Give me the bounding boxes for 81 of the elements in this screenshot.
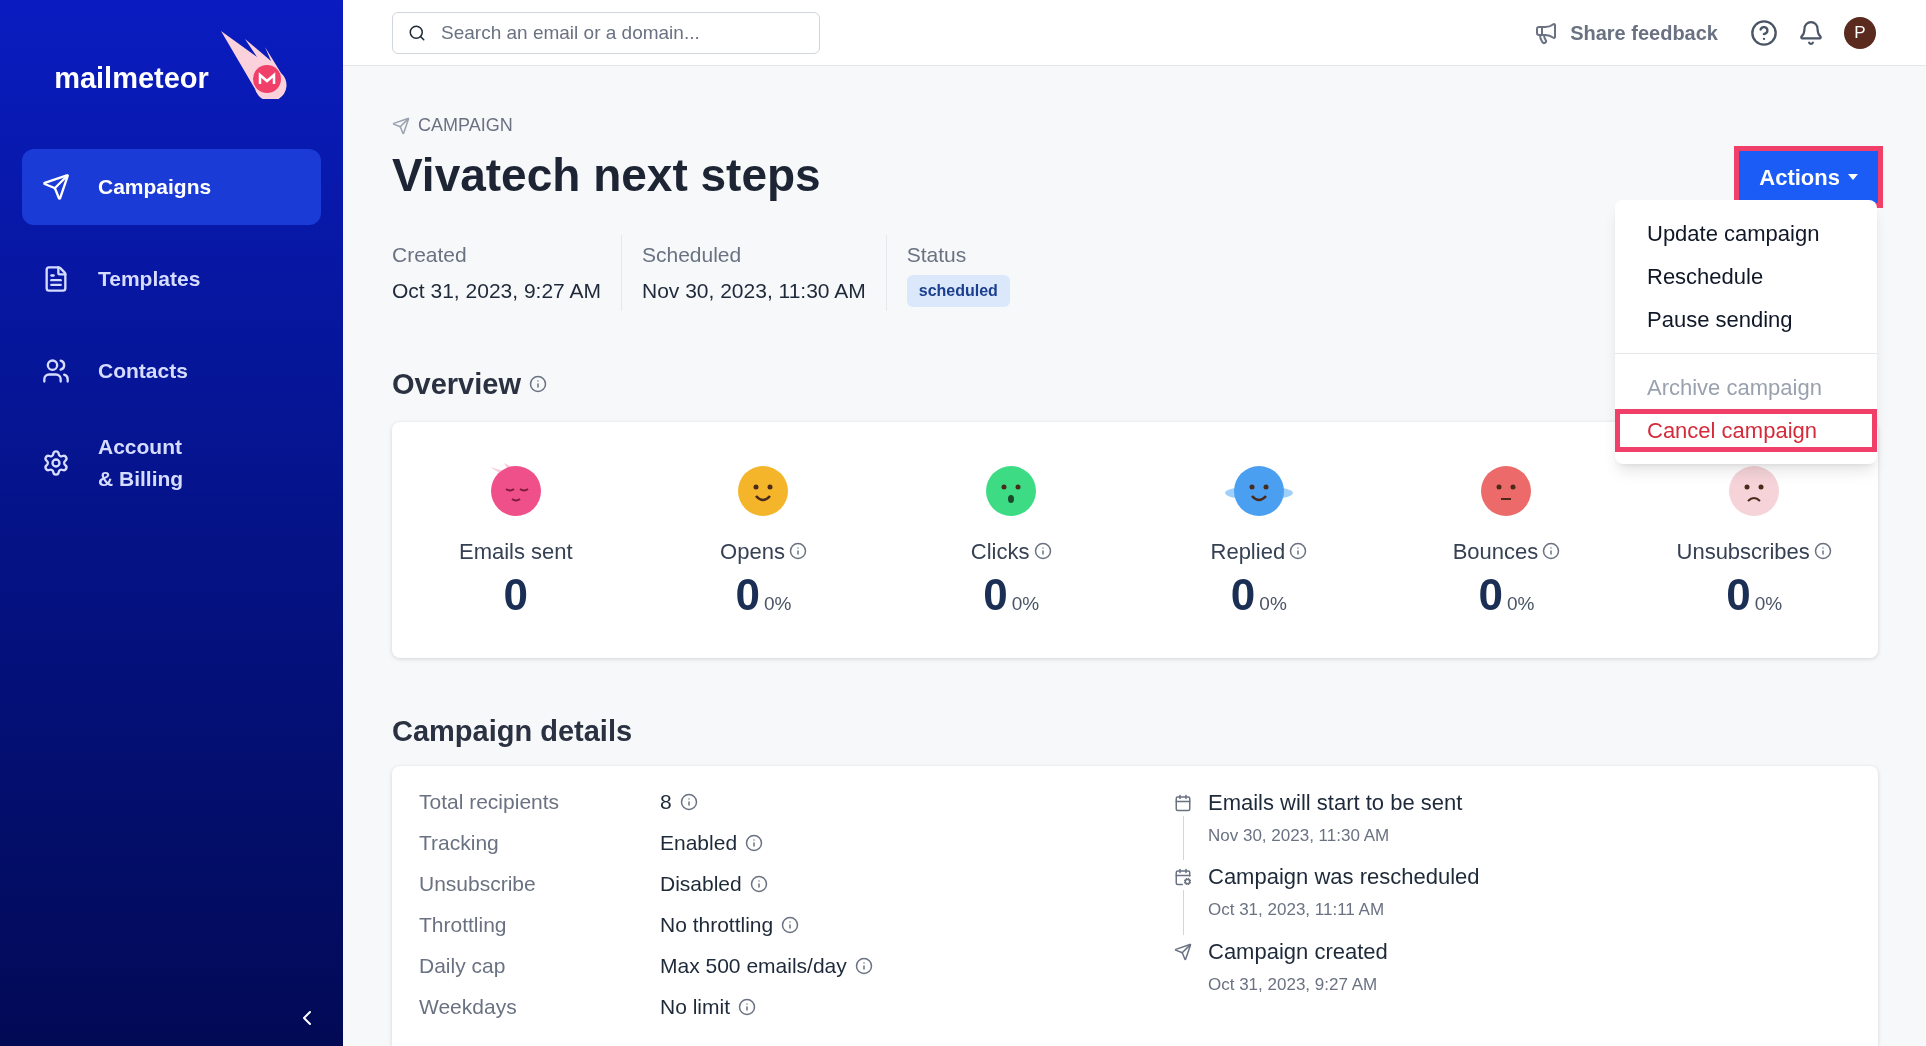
settings-icon xyxy=(42,449,70,477)
send-icon xyxy=(1174,942,1192,961)
meta-label: Scheduled xyxy=(641,242,743,268)
stat-value: 0 xyxy=(735,568,760,621)
menu-item[interactable]: Pause sending xyxy=(1615,298,1877,341)
calendar-edit-icon xyxy=(1174,868,1192,886)
caret-icon xyxy=(1848,174,1858,180)
section-title: Campaign details xyxy=(392,714,634,749)
stat-label: Replied xyxy=(1210,537,1286,566)
detail-value: 8 xyxy=(660,788,672,815)
stat-percent: 0% xyxy=(764,591,792,616)
info-icon[interactable] xyxy=(1033,542,1052,560)
send-icon xyxy=(392,116,410,135)
stat-percent: 0% xyxy=(1754,591,1783,616)
notifications-icon[interactable] xyxy=(1798,19,1824,46)
share-feedback-link[interactable]: Share feedback xyxy=(1534,17,1718,48)
stat-label: Bounces xyxy=(1452,537,1539,566)
breadcrumb: CAMPAIGN xyxy=(418,114,513,137)
detail-label: Daily cap xyxy=(419,952,507,979)
search-icon xyxy=(408,23,426,42)
section-title: Overview xyxy=(392,366,521,402)
info-icon[interactable] xyxy=(738,997,756,1016)
detail-value: Disabled xyxy=(660,870,742,897)
stat-percent: 0% xyxy=(1507,591,1535,616)
avatar[interactable]: P xyxy=(1844,16,1876,49)
stat-percent: 0% xyxy=(1011,591,1040,616)
page-title: Vivatech next steps xyxy=(392,148,821,203)
stat-value: 0 xyxy=(983,568,1008,621)
meta-label: Created xyxy=(392,242,468,268)
detail-label: Throttling xyxy=(419,911,508,938)
send-icon xyxy=(42,173,70,201)
timeline-date: Oct 31, 2023, 11:11 AM xyxy=(1208,899,1386,921)
info-icon[interactable] xyxy=(529,375,547,394)
info-icon[interactable] xyxy=(749,874,768,893)
info-icon[interactable] xyxy=(679,792,698,811)
help-icon[interactable] xyxy=(1750,18,1778,47)
timeline-date: Nov 30, 2023, 11:30 AM xyxy=(1208,824,1391,847)
sidebar-item[interactable]: Campaigns xyxy=(22,149,321,225)
info-icon[interactable] xyxy=(788,542,807,560)
calendar-icon xyxy=(1174,793,1192,812)
info-icon[interactable] xyxy=(781,915,800,934)
stat-value: 0 xyxy=(503,568,529,621)
detail-label: Unsubscribe xyxy=(419,870,537,897)
sidebar-item[interactable]: Account & Billing xyxy=(22,425,321,501)
status-badge: scheduled xyxy=(906,274,1010,307)
stat-percent: 0% xyxy=(1259,591,1287,616)
menu-item[interactable]: Reschedule xyxy=(1615,255,1877,298)
timeline-title: Campaign created xyxy=(1208,937,1388,966)
detail-value: No limit xyxy=(660,993,730,1020)
timeline-title: Campaign was rescheduled xyxy=(1208,863,1480,891)
timeline-date: Oct 31, 2023, 9:27 AM xyxy=(1208,973,1379,996)
menu-item[interactable]: Update campaign xyxy=(1615,212,1877,255)
stat-label: Emails sent xyxy=(458,537,573,566)
detail-label: Tracking xyxy=(419,829,500,856)
info-icon[interactable] xyxy=(1813,542,1832,560)
info-icon[interactable] xyxy=(854,956,873,975)
detail-value: Max 500 emails/day xyxy=(660,952,847,979)
megaphone-icon xyxy=(1534,20,1559,45)
detail-value: No throttling xyxy=(660,911,774,938)
sidebar-item[interactable]: Contacts xyxy=(22,333,321,409)
detail-label: Weekdays xyxy=(419,993,518,1020)
stat-value: 0 xyxy=(1478,568,1503,621)
people-icon xyxy=(42,357,70,385)
info-icon[interactable] xyxy=(1542,542,1561,560)
detail-value: Enabled xyxy=(660,829,738,856)
search-field[interactable]: Search an email or a domain... xyxy=(392,11,820,54)
menu-item[interactable]: Cancel campaign xyxy=(1615,409,1877,452)
meta-value: Oct 31, 2023, 9:27 AM xyxy=(392,277,601,304)
info-icon[interactable] xyxy=(745,833,764,852)
meta-label: Status xyxy=(906,242,968,268)
sidebar-item[interactable]: Templates xyxy=(22,241,321,317)
stat-label: Unsubscribes xyxy=(1676,537,1810,566)
stat-value: 0 xyxy=(1230,568,1256,621)
stat-label: Clicks xyxy=(970,537,1030,566)
info-icon[interactable] xyxy=(1289,542,1308,560)
timeline-title: Emails will start to be sent xyxy=(1208,788,1463,817)
meta-value: Nov 30, 2023, 11:30 AM xyxy=(641,277,866,304)
logo-text: mailmeteor xyxy=(54,60,209,96)
detail-label: Total recipients xyxy=(419,788,561,815)
stat-label: Opens xyxy=(720,537,785,566)
stat-value: 0 xyxy=(1726,568,1751,621)
